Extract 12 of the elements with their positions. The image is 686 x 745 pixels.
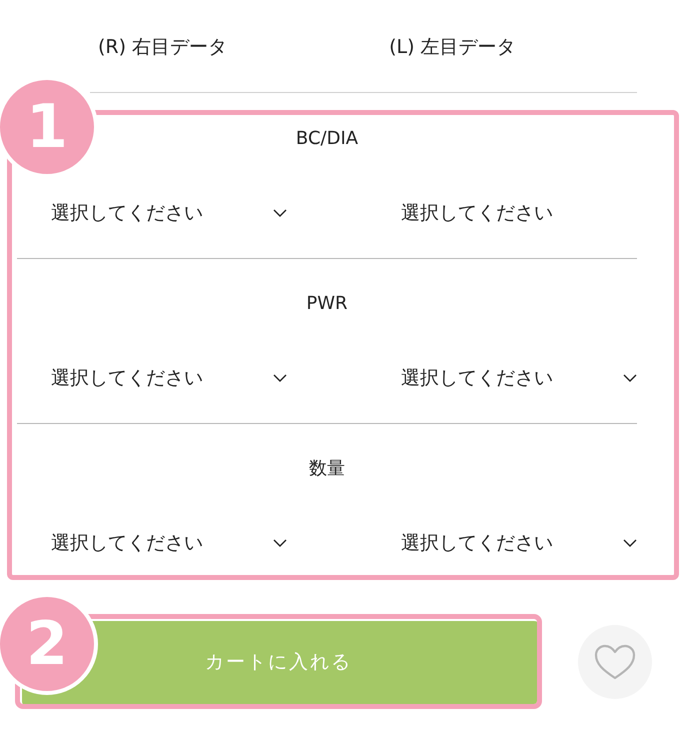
select-field[interactable]: 選択してください [51,358,287,398]
heart-icon [593,644,637,680]
select-field[interactable]: 選択してください [401,358,637,398]
field-label: PWR [306,293,348,314]
column-heading: (L) 左目データ [389,35,516,60]
select-field[interactable]: 選択してください [401,523,637,563]
field-label: 数量 [309,458,345,479]
field-label: BC/DIA [296,128,358,149]
select-field[interactable]: 選択してください [51,193,287,233]
column-heading: (R) 右目データ [98,35,228,60]
select-field[interactable]: 選択してください [51,523,287,563]
select-field[interactable]: 選択してください [401,193,637,233]
